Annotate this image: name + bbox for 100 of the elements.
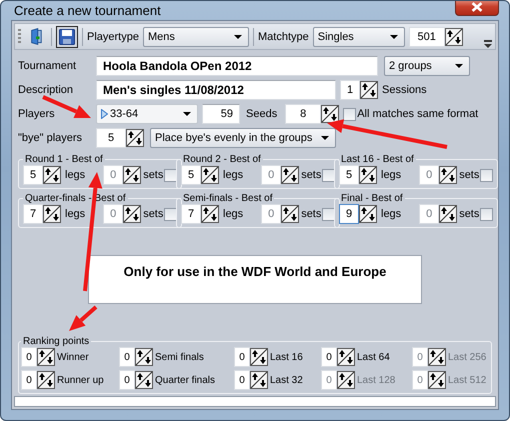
spin-icon[interactable]: [428, 371, 446, 389]
spin-icon[interactable]: [201, 205, 219, 223]
points-label: Last 16: [270, 352, 303, 362]
points-field[interactable]: 0: [119, 347, 153, 367]
spin-icon[interactable]: [444, 28, 463, 46]
points-label: Last 512: [448, 374, 486, 386]
spin-icon[interactable]: [359, 205, 377, 223]
spin-icon[interactable]: [428, 348, 446, 366]
points-label: Last 256: [448, 352, 486, 362]
players-dropdown[interactable]: 33-64: [96, 104, 198, 124]
spin-icon[interactable]: [321, 105, 340, 123]
spin-icon[interactable]: [43, 166, 61, 184]
round-title: Last 16 - Best of: [340, 154, 415, 165]
sets-label: sets: [301, 169, 322, 181]
window-title: Create a new tournament: [13, 3, 161, 18]
close-button[interactable]: [455, 1, 499, 16]
players-label: Players: [18, 108, 55, 120]
points-field[interactable]: 0: [234, 347, 268, 367]
spin-icon[interactable]: [123, 166, 142, 184]
playertype-label: Playertype: [87, 30, 139, 42]
sets-label: sets: [143, 169, 164, 181]
playertype-dropdown[interactable]: Mens: [142, 26, 249, 46]
spin-icon[interactable]: [439, 166, 458, 184]
points-field[interactable]: 0: [119, 370, 153, 390]
tournament-label: Tournament: [18, 60, 76, 72]
spin-icon[interactable]: [337, 371, 355, 389]
spin-icon[interactable]: [123, 205, 142, 223]
legs-label: legs: [381, 169, 402, 181]
spin-icon[interactable]: [37, 371, 55, 389]
sets-label: sets: [459, 208, 480, 220]
door-icon: [29, 28, 43, 45]
points-label: Winner: [57, 352, 89, 362]
legs-label: legs: [223, 208, 244, 220]
groups-dropdown[interactable]: 2 groups: [384, 56, 470, 76]
checkbox[interactable]: [480, 208, 494, 220]
floppy-icon: [59, 28, 75, 44]
points-label: Last 32: [270, 374, 303, 386]
annotation-arrow: [69, 306, 98, 331]
points-field[interactable]: 0: [234, 370, 268, 390]
note-text: Only for use in the WDF World and Europe: [124, 264, 386, 279]
checkbox[interactable]: [343, 108, 356, 120]
checkbox[interactable]: [322, 208, 336, 220]
description-field[interactable]: Men's singles 11/08/2012: [96, 80, 336, 100]
round-title: Semi-finals - Best of: [182, 193, 274, 204]
checkbox[interactable]: [164, 168, 178, 182]
save-button[interactable]: [56, 26, 78, 48]
play-icon: [101, 109, 108, 119]
checkbox[interactable]: [164, 208, 178, 220]
round-title: Final - Best of: [340, 193, 404, 204]
legs-label: legs: [65, 169, 86, 181]
caret-icon: [455, 64, 463, 68]
caret-icon: [183, 112, 191, 116]
round-title: Round 1 - Best of: [24, 154, 104, 165]
spin-icon[interactable]: [337, 348, 355, 366]
caret-icon: [234, 34, 242, 38]
matchtype-label: Matchtype: [258, 30, 309, 42]
spin-icon[interactable]: [201, 166, 219, 184]
points-label: Quarter finals: [155, 374, 216, 386]
round-title: Round 2 - Best of: [182, 154, 262, 165]
spin-icon[interactable]: [360, 81, 378, 99]
description-label: Description: [18, 84, 74, 96]
spin-icon[interactable]: [135, 371, 153, 389]
spin-icon[interactable]: [281, 205, 300, 223]
checkbox[interactable]: [480, 168, 494, 182]
sets-label: sets: [301, 208, 322, 220]
tournament-name-field[interactable]: Hoola Bandola OPen 2012: [96, 56, 378, 76]
ranking-points-title: Ranking points: [22, 336, 90, 347]
legs-label: legs: [381, 208, 402, 220]
points-field[interactable]: 0: [321, 347, 355, 367]
spin-icon[interactable]: [126, 129, 144, 147]
overflow-icon[interactable]: [484, 40, 492, 48]
bye-placement-dropdown[interactable]: Place bye's evenly in the groups: [150, 128, 336, 148]
spin-icon[interactable]: [359, 166, 377, 184]
players-count-field[interactable]: 59: [202, 104, 240, 124]
spin-icon[interactable]: [37, 348, 55, 366]
spin-icon[interactable]: [250, 371, 268, 389]
points-label: Semi finals: [155, 352, 204, 362]
legs-label: legs: [65, 208, 86, 220]
legs-label: legs: [223, 169, 244, 181]
points-label: Runner up: [57, 374, 104, 386]
spin-icon[interactable]: [281, 166, 300, 184]
spin-icon[interactable]: [43, 205, 61, 223]
points-field[interactable]: 0: [21, 370, 55, 390]
sets-label: sets: [143, 208, 164, 220]
spin-icon[interactable]: [135, 348, 153, 366]
spin-icon[interactable]: [250, 348, 268, 366]
sets-label: sets: [459, 169, 480, 181]
same-format-label: All matches same format: [357, 108, 478, 120]
spin-icon[interactable]: [439, 205, 458, 223]
points-field[interactable]: 0: [21, 347, 55, 367]
points-label: Last 64: [357, 352, 390, 362]
points-label: Last 128: [357, 374, 396, 386]
caret-icon: [321, 136, 329, 140]
close-icon: [471, 2, 483, 12]
checkbox[interactable]: [322, 168, 336, 182]
seeds-label: Seeds: [246, 108, 278, 120]
sessions-label: Sessions: [382, 84, 427, 96]
matchtype-dropdown[interactable]: Singles: [312, 26, 405, 46]
caret-icon: [390, 34, 398, 38]
bye-players-label: "bye" players: [18, 132, 82, 144]
